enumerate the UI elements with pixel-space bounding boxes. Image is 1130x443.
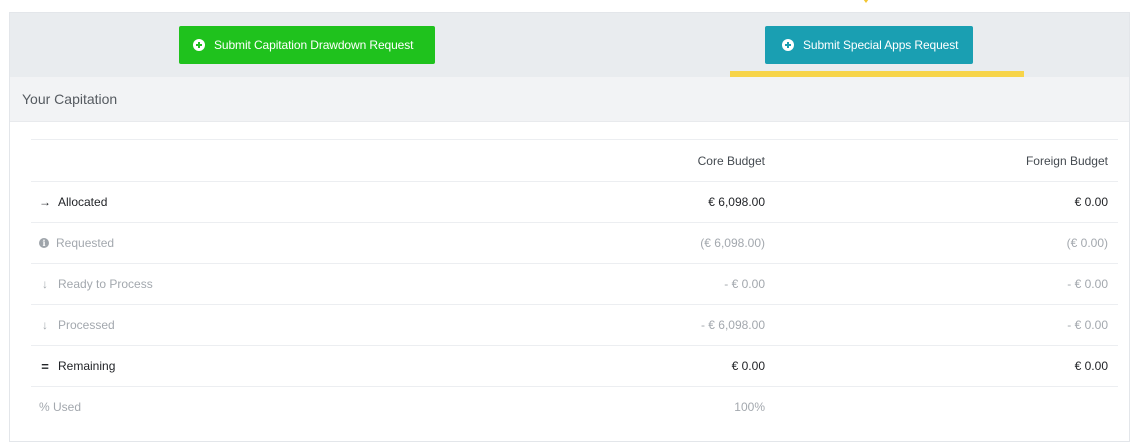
core-budget-value: € 6,098.00 xyxy=(708,195,765,209)
plus-circle-icon xyxy=(782,39,794,51)
table-row-allocated: → Allocated € 6,098.00 € 0.00 xyxy=(31,181,1118,222)
column-header-foreign-budget: Foreign Budget xyxy=(1025,153,1108,168)
capitation-table: Core Budget Foreign Budget → Allocated €… xyxy=(31,139,1118,427)
foreign-budget-value: (€ 0.00) xyxy=(1066,236,1108,250)
arrow-right-icon: → xyxy=(39,195,51,209)
table-row-percent-used: % Used 100% xyxy=(31,386,1118,427)
core-budget-value: - € 6,098.00 xyxy=(700,318,765,332)
table-row-requested: i Requested (€ 6,098.00) (€ 0.00) xyxy=(31,222,1118,263)
action-bar: Submit Capitation Drawdown Request Submi… xyxy=(10,13,1129,77)
equals-icon: = xyxy=(41,358,49,374)
column-header-core-budget: Core Budget xyxy=(697,153,765,168)
table-header-row: Core Budget Foreign Budget xyxy=(31,139,1118,181)
section-header: Your Capitation xyxy=(10,77,1129,122)
core-budget-value: - € 0.00 xyxy=(724,277,765,291)
foreign-budget-value: € 0.00 xyxy=(1074,359,1108,373)
table-row-remaining: = Remaining € 0.00 € 0.00 xyxy=(31,345,1118,386)
row-label: % Used xyxy=(39,400,82,414)
row-label: Ready to Process xyxy=(58,277,153,291)
row-label: Remaining xyxy=(58,359,116,373)
foreign-budget-value: € 0.00 xyxy=(1074,195,1108,209)
row-label: Allocated xyxy=(58,195,108,209)
pointer-arrow-icon xyxy=(855,0,877,3)
plus-circle-icon xyxy=(193,39,205,51)
arrow-down-icon: ↓ xyxy=(42,277,48,291)
foreign-budget-value: - € 0.00 xyxy=(1067,277,1108,291)
core-budget-value: (€ 6,098.00) xyxy=(700,236,765,250)
submit-capitation-drawdown-label: Submit Capitation Drawdown Request xyxy=(214,38,414,52)
submit-special-apps-label: Submit Special Apps Request xyxy=(803,38,959,52)
submit-capitation-drawdown-button[interactable]: Submit Capitation Drawdown Request xyxy=(179,26,435,64)
capitation-panel: Submit Capitation Drawdown Request Submi… xyxy=(9,12,1130,442)
section-title: Your Capitation xyxy=(22,91,118,107)
core-budget-value: 100% xyxy=(734,400,765,414)
row-label: Requested xyxy=(56,236,115,250)
arrow-down-icon: ↓ xyxy=(42,318,48,332)
row-label: Processed xyxy=(58,318,115,332)
submit-special-apps-button[interactable]: Submit Special Apps Request xyxy=(765,26,973,64)
foreign-budget-value: - € 0.00 xyxy=(1067,318,1108,332)
table-row-ready-to-process: ↓ Ready to Process - € 0.00 - € 0.00 xyxy=(31,263,1118,304)
core-budget-value: € 0.00 xyxy=(731,359,765,373)
info-icon: i xyxy=(39,238,49,248)
table-row-processed: ↓ Processed - € 6,098.00 - € 0.00 xyxy=(31,304,1118,345)
